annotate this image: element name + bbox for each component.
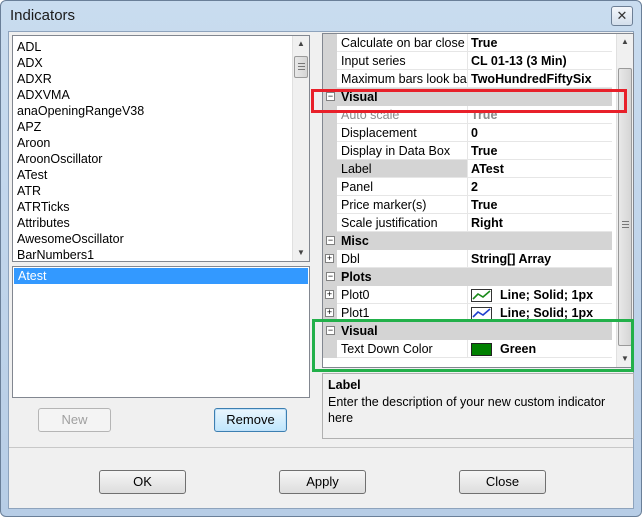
property-value[interactable]: TwoHundredFiftySix bbox=[468, 70, 612, 88]
property-name: Price marker(s) bbox=[337, 196, 468, 214]
property-name: Plot0 bbox=[337, 286, 468, 304]
property-row[interactable]: Input series CL 01-13 (3 Min) bbox=[323, 52, 612, 70]
property-row[interactable]: Price marker(s) True bbox=[323, 196, 612, 214]
indicator-list-item[interactable]: Attributes bbox=[13, 215, 293, 231]
property-value-text: True bbox=[471, 198, 498, 212]
new-button[interactable]: New bbox=[38, 408, 111, 432]
property-value-text: CL 01-13 (3 Min) bbox=[471, 54, 567, 68]
property-name: Dbl bbox=[337, 250, 468, 268]
category-misc[interactable]: − Misc bbox=[323, 232, 612, 250]
window-title: Indicators bbox=[10, 7, 76, 24]
indicator-list-item[interactable]: Aroon bbox=[13, 135, 293, 151]
applied-indicators-list[interactable]: Atest bbox=[12, 266, 310, 398]
property-name: Maximum bars look back bbox=[337, 70, 468, 88]
property-value-text: 0 bbox=[471, 126, 478, 140]
collapse-icon[interactable]: − bbox=[326, 272, 335, 281]
indicator-list-item[interactable]: APZ bbox=[13, 119, 293, 135]
property-name: Label bbox=[337, 160, 468, 178]
indicator-list-item[interactable]: AwesomeOscillator bbox=[13, 231, 293, 247]
apply-button[interactable]: Apply bbox=[279, 470, 366, 494]
scroll-up-icon[interactable]: ▲ bbox=[293, 36, 309, 52]
property-value[interactable]: ATest bbox=[468, 160, 612, 178]
title-bar[interactable]: Indicators ✕ bbox=[1, 1, 641, 31]
property-value-text: String[] Array bbox=[471, 252, 552, 266]
property-row[interactable]: Scale justification Right bbox=[323, 214, 612, 232]
indicator-list-item[interactable]: ADXR bbox=[13, 71, 293, 87]
description-title: Label bbox=[328, 378, 361, 392]
property-name: Display in Data Box bbox=[337, 142, 468, 160]
red-highlight-box bbox=[311, 89, 627, 113]
property-value[interactable]: CL 01-13 (3 Min) bbox=[468, 52, 612, 70]
property-name: Displacement bbox=[337, 124, 468, 142]
property-name: Scale justification bbox=[337, 214, 468, 232]
collapse-icon[interactable]: − bbox=[326, 236, 335, 245]
indicator-list-item[interactable]: ADX bbox=[13, 55, 293, 71]
applied-indicator-item[interactable]: Atest bbox=[14, 268, 308, 284]
scroll-up-icon[interactable]: ▲ bbox=[617, 34, 633, 50]
property-value-text: 2 bbox=[471, 180, 478, 194]
property-value[interactable]: String[] Array bbox=[468, 250, 612, 268]
close-window-button[interactable]: ✕ bbox=[611, 6, 633, 26]
green-highlight-box bbox=[312, 319, 634, 372]
property-row[interactable]: Display in Data Box True bbox=[323, 142, 612, 160]
description-text: Enter the description of your new custom… bbox=[328, 395, 606, 425]
footer-separator bbox=[9, 447, 633, 448]
remove-button[interactable]: Remove bbox=[214, 408, 287, 432]
property-row[interactable]: Displacement 0 bbox=[323, 124, 612, 142]
category-label: Plots bbox=[341, 270, 372, 284]
property-value-text: ATest bbox=[471, 162, 504, 176]
property-value-text: Right bbox=[471, 216, 503, 230]
property-row[interactable]: Label ATest bbox=[323, 160, 612, 178]
property-row[interactable]: Maximum bars look back TwoHundredFiftySix bbox=[323, 70, 612, 88]
property-value[interactable]: Right bbox=[468, 214, 612, 232]
indicator-list-item[interactable]: ADL bbox=[13, 39, 293, 55]
property-row[interactable]: Panel 2 bbox=[323, 178, 612, 196]
property-value[interactable]: 0 bbox=[468, 124, 612, 142]
property-value-text: True bbox=[471, 144, 498, 158]
category-label: Misc bbox=[341, 234, 369, 248]
ok-button[interactable]: OK bbox=[99, 470, 186, 494]
property-value[interactable]: True bbox=[468, 196, 612, 214]
property-value-text: TwoHundredFiftySix bbox=[471, 72, 592, 86]
property-grid[interactable]: Calculate on bar close True Input series CL… bbox=[322, 33, 634, 368]
property-row[interactable]: Calculate on bar close True bbox=[323, 34, 612, 52]
property-value-text: Line; Solid; 1px bbox=[500, 288, 594, 302]
property-value[interactable]: Line; Solid; 1px bbox=[468, 286, 612, 304]
property-name: Input series bbox=[337, 52, 468, 70]
indicator-list[interactable]: ADL ADX ADXR ADXVMA anaOpeningRangeV38 APZ Aro… bbox=[12, 35, 310, 262]
property-value[interactable]: 2 bbox=[468, 178, 612, 196]
expand-icon[interactable]: + bbox=[325, 308, 334, 317]
indicator-list-item[interactable]: ATR bbox=[13, 183, 293, 199]
indicator-list-item[interactable]: BarNumbers1 bbox=[13, 247, 293, 261]
indicator-list-item[interactable]: anaOpeningRangeV38 bbox=[13, 103, 293, 119]
scroll-thumb[interactable] bbox=[294, 56, 308, 78]
property-row[interactable]: + Dbl String[] Array bbox=[323, 250, 612, 268]
category-plots[interactable]: − Plots bbox=[323, 268, 612, 286]
close-button[interactable]: Close bbox=[459, 470, 546, 494]
property-value[interactable]: True bbox=[468, 142, 612, 160]
property-name: Panel bbox=[337, 178, 468, 196]
expand-icon[interactable]: + bbox=[325, 254, 334, 263]
property-row[interactable]: + Plot0 Line; Solid; 1px bbox=[323, 286, 612, 304]
property-grid-scrollbar[interactable]: ▲ ▼ bbox=[616, 34, 633, 367]
property-value[interactable]: True bbox=[468, 34, 612, 52]
expand-icon[interactable]: + bbox=[325, 290, 334, 299]
indicator-list-item[interactable]: AroonOscillator bbox=[13, 151, 293, 167]
plot-line-icon bbox=[471, 289, 492, 303]
property-value-text: Line; Solid; 1px bbox=[500, 306, 594, 320]
indicator-list-item[interactable]: ATRTicks bbox=[13, 199, 293, 215]
scroll-down-icon[interactable]: ▼ bbox=[293, 245, 309, 261]
indicator-list-scrollbar[interactable]: ▲ ▼ bbox=[292, 36, 309, 261]
property-name: Calculate on bar close bbox=[337, 34, 468, 52]
indicators-dialog: Indicators ✕ ADL ADX ADXR ADXVMA anaOpeningR… bbox=[0, 0, 642, 517]
property-value-text: True bbox=[471, 36, 498, 50]
indicator-list-item[interactable]: ADXVMA bbox=[13, 87, 293, 103]
description-panel: Label Enter the description of your new … bbox=[322, 373, 634, 439]
indicator-list-item[interactable]: ATest bbox=[13, 167, 293, 183]
